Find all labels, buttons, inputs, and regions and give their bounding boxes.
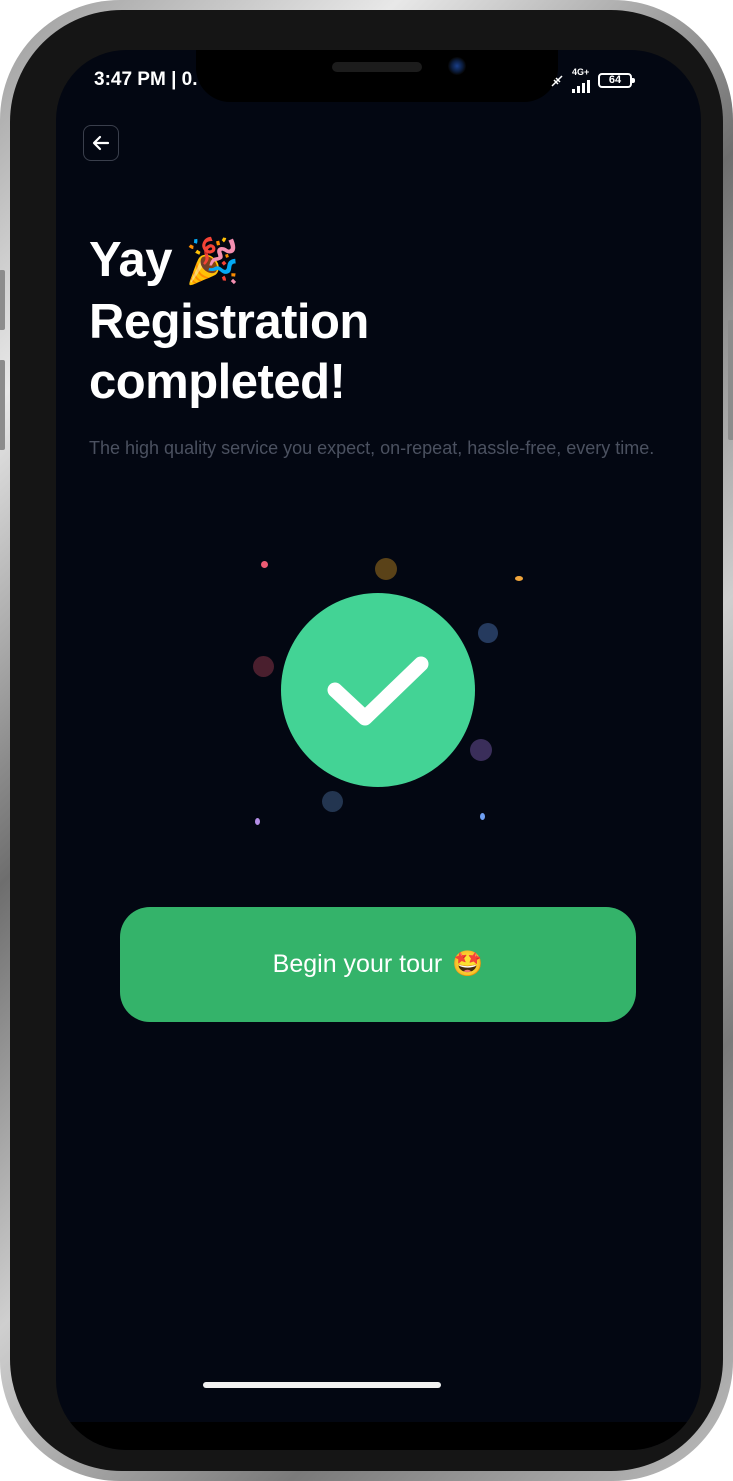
confetti-dot [470, 739, 492, 761]
confetti-dot [322, 791, 343, 812]
phone-side-button [728, 320, 733, 440]
star-struck-emoji-icon: 🤩 [452, 950, 484, 978]
status-icons: 4G+ 64 [550, 68, 635, 93]
phone-side-button [0, 270, 5, 330]
page-title: Yay 🎉 Registration completed! [89, 230, 369, 412]
begin-tour-button[interactable]: Begin your tour 🤩 [120, 907, 636, 1022]
phone-side-button [0, 360, 5, 450]
navigation-bar [56, 1422, 701, 1450]
camera-icon [448, 57, 466, 75]
confetti-dot [515, 576, 523, 581]
network-label: 4G+ [572, 67, 590, 77]
notch [196, 50, 558, 102]
confetti-dot [478, 623, 498, 643]
battery-level: 64 [608, 74, 622, 86]
signal-icon [572, 79, 590, 93]
phone-bezel: 3:47 PM | 0. 4G+ 64 Yay 🎉 Registration c… [10, 10, 723, 1471]
confetti-dot [480, 813, 485, 820]
party-popper-icon: 🎉 [185, 237, 240, 286]
confetti-dot [255, 818, 260, 825]
phone-frame: 3:47 PM | 0. 4G+ 64 Yay 🎉 Registration c… [0, 0, 733, 1481]
status-time: 3:47 PM | 0. [94, 69, 198, 90]
battery-icon: 64 [598, 73, 635, 88]
title-line-2: Registration [89, 295, 369, 349]
confetti-dot [253, 656, 274, 677]
success-illustration [56, 50, 701, 950]
title-line-1: Yay [89, 233, 172, 287]
begin-tour-label: Begin your tour [272, 950, 443, 978]
checkmark-icon [327, 656, 429, 726]
back-button[interactable] [83, 125, 119, 161]
network-indicator: 4G+ [572, 68, 590, 93]
title-line-3: completed! [89, 355, 346, 409]
speaker-grille [332, 62, 422, 72]
app-screen: 3:47 PM | 0. 4G+ 64 Yay 🎉 Registration c… [56, 50, 701, 1450]
page-subtitle: The high quality service you expect, on-… [89, 438, 655, 458]
success-check-badge [281, 593, 475, 787]
confetti-dot [261, 561, 268, 568]
arrow-left-icon [92, 135, 110, 151]
home-indicator[interactable] [203, 1382, 441, 1388]
data-saver-icon [551, 74, 563, 87]
confetti-dot [375, 558, 397, 580]
